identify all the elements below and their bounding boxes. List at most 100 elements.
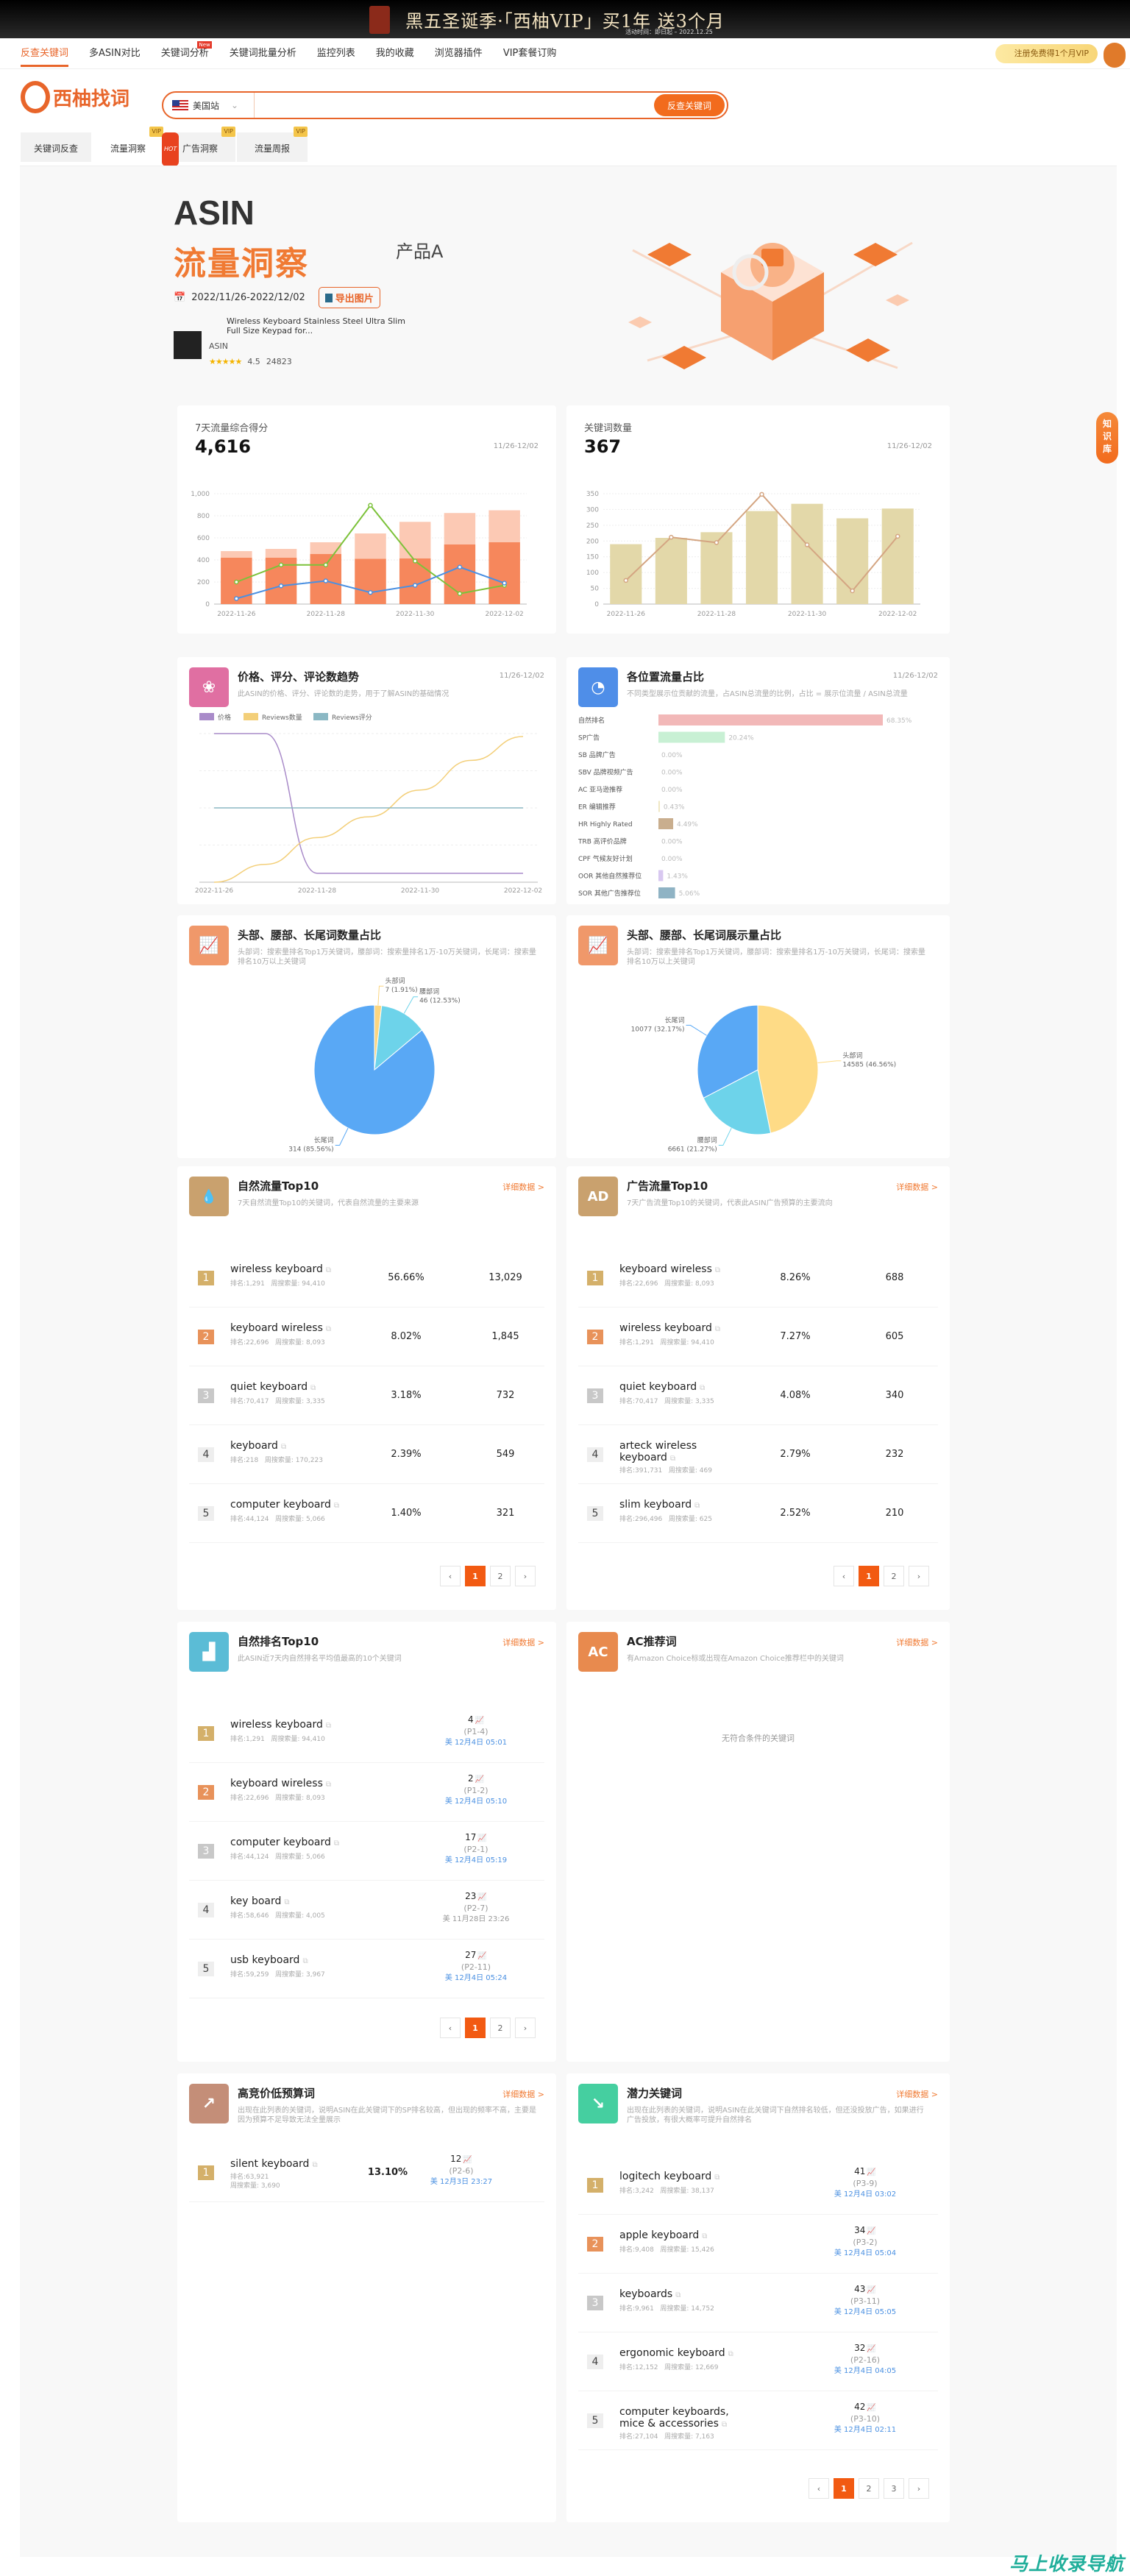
copy-icon[interactable]: ⧉	[728, 2350, 733, 2358]
next-page-button[interactable]: ›	[515, 2018, 536, 2038]
nav-batch-analysis[interactable]: 关键词批量分析	[230, 38, 296, 69]
keyword[interactable]: keyboards ⧉	[619, 2288, 745, 2302]
keyword-text[interactable]: wireless keyboard	[230, 1719, 323, 1731]
keyword-row[interactable]: 3 quiet keyboard ⧉ 排名:70,417 周搜索量: 3,335 3.…	[189, 1366, 544, 1425]
keyword-text[interactable]: computer keyboard	[230, 1499, 331, 1511]
legend-label[interactable]: 价格	[218, 713, 231, 722]
next-page-button[interactable]: ›	[515, 1566, 536, 1586]
keyword-text[interactable]: arteck wireless keyboard	[619, 1440, 697, 1463]
legend-label[interactable]: Reviews数量	[262, 713, 302, 722]
data-point[interactable]	[850, 588, 855, 594]
detail-data-link[interactable]: 详细数据 >	[896, 1636, 938, 1648]
line-chart-icon[interactable]: 📈	[867, 2168, 875, 2176]
keyword[interactable]: wireless keyboard ⧉	[619, 1322, 745, 1335]
promo-banner[interactable]: 黑五圣诞季·「西柚VIP」买1年 送3个月 活动时间：即日起 – 2022.12…	[0, 0, 1130, 38]
keyword-text[interactable]: keyboard	[230, 1440, 278, 1452]
page-button[interactable]: 2	[859, 2478, 879, 2499]
keyword-text[interactable]: wireless keyboard	[619, 1322, 712, 1334]
site-select[interactable]: 美国站 ⌄	[163, 93, 255, 118]
copy-icon[interactable]: ⧉	[326, 1781, 331, 1789]
data-point[interactable]	[234, 596, 239, 601]
copy-icon[interactable]: ⧉	[302, 1957, 308, 1965]
detail-data-link[interactable]: 详细数据 >	[502, 2088, 544, 2100]
keyword[interactable]: quiet keyboard ⧉	[619, 1381, 745, 1394]
page-button[interactable]: 1	[834, 2478, 854, 2499]
keyword[interactable]: logitech keyboard ⧉	[619, 2171, 745, 2184]
page-button[interactable]: 1	[859, 1566, 879, 1586]
prev-page-button[interactable]: ‹	[440, 2018, 461, 2038]
keyword-row[interactable]: 2 keyboard wireless ⧉ 排名:22,696 周搜索量: 8,09…	[189, 1763, 544, 1822]
detail-data-link[interactable]: 详细数据 >	[502, 1181, 544, 1193]
data-point[interactable]	[623, 578, 629, 583]
export-image-button[interactable]: 导出图片	[318, 287, 380, 308]
keyword-row[interactable]: 5 computer keyboard ⧉ 排名:44,124 周搜索量: 5,06…	[189, 1484, 544, 1543]
keyword-row[interactable]: 1 silent keyboard ⧉ 排名:63,921 周搜索量: 3,690 13…	[189, 2143, 544, 2202]
keyword-text[interactable]: slim keyboard	[619, 1499, 692, 1511]
keyword[interactable]: computer keyboards, mice & accessories ⧉	[619, 2406, 745, 2431]
copy-icon[interactable]: ⧉	[334, 1839, 339, 1848]
keyword-row[interactable]: 5 computer keyboards, mice & accessories…	[578, 2391, 938, 2450]
knowledge-base-button[interactable]: 知识库	[1096, 412, 1118, 464]
legend-label[interactable]: Reviews评分	[332, 714, 372, 722]
keyword-text[interactable]: computer keyboard	[230, 1837, 331, 1848]
keyword-row[interactable]: 2 wireless keyboard ⧉ 排名:1,291 周搜索量: 94,41…	[578, 1307, 938, 1366]
detail-data-link[interactable]: 详细数据 >	[502, 1636, 544, 1648]
page-button[interactable]: 3	[884, 2478, 904, 2499]
keyword-row[interactable]: 1 keyboard wireless ⧉ 排名:22,696 周搜索量: 8,09…	[578, 1249, 938, 1307]
keyword-row[interactable]: 3 keyboards ⧉ 排名:9,961 周搜索量: 14,752 43 📈 (P3-…	[578, 2274, 938, 2332]
keyword[interactable]: keyboard wireless ⧉	[230, 1322, 355, 1335]
copy-icon[interactable]: ⧉	[281, 1443, 286, 1451]
keyword-row[interactable]: 2 keyboard wireless ⧉ 排名:22,696 周搜索量: 8,09…	[189, 1307, 544, 1366]
tab-weekly-report[interactable]: 流量周报 VIP	[237, 127, 308, 162]
keyword[interactable]: keyboard ⧉	[230, 1440, 355, 1453]
keyword-text[interactable]: quiet keyboard	[619, 1381, 697, 1393]
copy-icon[interactable]: ⧉	[326, 1266, 331, 1274]
copy-icon[interactable]: ⧉	[334, 1502, 339, 1510]
keyword-text[interactable]: wireless keyboard	[230, 1263, 323, 1275]
keyword-row[interactable]: 1 wireless keyboard ⧉ 排名:1,291 周搜索量: 94,41…	[189, 1704, 544, 1763]
data-point[interactable]	[368, 503, 373, 508]
keyword-row[interactable]: 3 computer keyboard ⧉ 排名:44,124 周搜索量: 5,06…	[189, 1822, 544, 1881]
data-point[interactable]	[457, 591, 463, 596]
line-chart-icon[interactable]: 📈	[867, 2227, 875, 2235]
page-button[interactable]: 1	[465, 1566, 486, 1586]
next-page-button[interactable]: ›	[909, 2478, 929, 2499]
line-chart-icon[interactable]: 📈	[867, 2404, 875, 2412]
keyword[interactable]: quiet keyboard ⧉	[230, 1381, 355, 1394]
asin-search-input[interactable]	[255, 93, 654, 118]
data-point[interactable]	[323, 562, 329, 567]
tab-keyword-reverse[interactable]: 关键词反查	[21, 132, 91, 162]
keyword-text[interactable]: silent keyboard	[230, 2158, 309, 2170]
keyword-text[interactable]: key board	[230, 1895, 281, 1907]
keyword-row[interactable]: 4 key board ⧉ 排名:58,646 周搜索量: 4,005 23 📈 (P2-…	[189, 1881, 544, 1940]
keyword-row[interactable]: 3 quiet keyboard ⧉ 排名:70,417 周搜索量: 3,335 4.…	[578, 1366, 938, 1425]
data-point[interactable]	[895, 533, 900, 539]
copy-icon[interactable]: ⧉	[326, 1325, 331, 1333]
copy-icon[interactable]: ⧉	[326, 1722, 331, 1730]
data-point[interactable]	[412, 583, 418, 588]
keyword[interactable]: keyboard wireless ⧉	[230, 1778, 355, 1791]
keyword[interactable]: computer keyboard ⧉	[230, 1837, 355, 1850]
nav-favorites[interactable]: 我的收藏	[376, 38, 414, 69]
data-point[interactable]	[412, 558, 418, 564]
avatar[interactable]	[1104, 43, 1126, 68]
register-vip-button[interactable]: 注册免费得1个月VIP	[995, 44, 1098, 63]
copy-icon[interactable]: ⧉	[715, 1325, 720, 1333]
copy-icon[interactable]: ⧉	[700, 1384, 705, 1392]
keyword-row[interactable]: 1 wireless keyboard ⧉ 排名:1,291 周搜索量: 94,41…	[189, 1249, 544, 1307]
logo[interactable]: 西柚找词	[21, 81, 129, 113]
nav-monitor-list[interactable]: 监控列表	[317, 38, 355, 69]
keyword-row[interactable]: 4 keyboard ⧉ 排名:218 周搜索量: 170,223 2.39% 549	[189, 1425, 544, 1484]
copy-icon[interactable]: ⧉	[722, 2421, 727, 2429]
keyword-text[interactable]: computer keyboards, mice & accessories	[619, 2406, 729, 2430]
keyword-text[interactable]: keyboard wireless	[230, 1322, 323, 1334]
nav-keyword-analysis[interactable]: 关键词分析 New	[161, 38, 212, 69]
copy-icon[interactable]: ⧉	[310, 1384, 316, 1392]
detail-data-link[interactable]: 详细数据 >	[896, 1181, 938, 1193]
copy-icon[interactable]: ⧉	[714, 2174, 719, 2182]
keyword-row[interactable]: 5 slim keyboard ⧉ 排名:296,496 周搜索量: 625 2.52…	[578, 1484, 938, 1543]
keyword[interactable]: arteck wireless keyboard ⧉	[619, 1440, 745, 1465]
keyword-row[interactable]: 5 usb keyboard ⧉ 排名:59,259 周搜索量: 3,967 27 📈 (…	[189, 1940, 544, 1998]
copy-icon[interactable]: ⧉	[694, 1502, 700, 1510]
keyword-text[interactable]: keyboard wireless	[619, 1263, 712, 1275]
